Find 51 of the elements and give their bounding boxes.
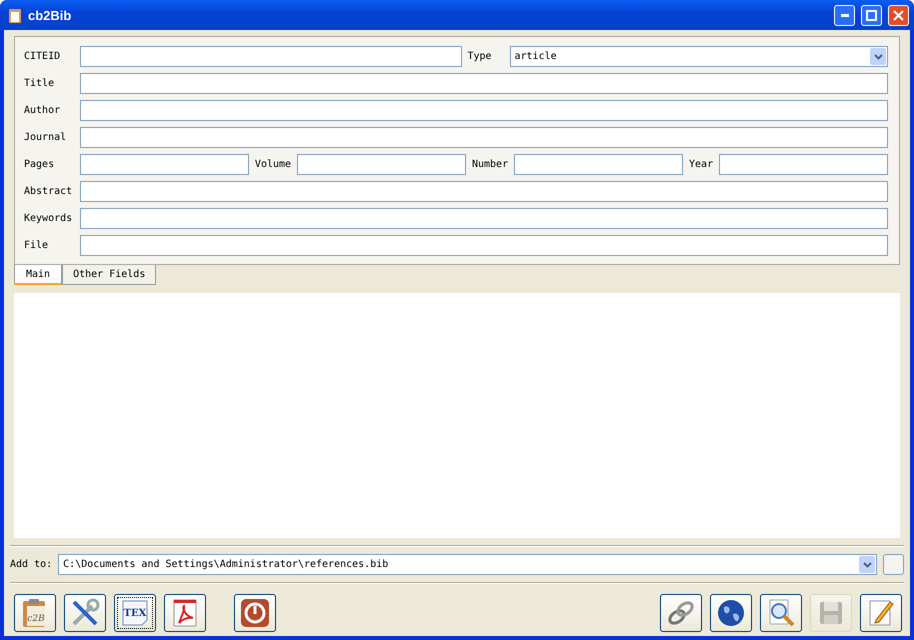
field-label: Number: [472, 159, 508, 170]
field-label: Type: [468, 51, 493, 62]
field-label: CITEID: [24, 51, 62, 62]
tex-document-icon: TEX: [120, 598, 150, 628]
field-label: File: [24, 240, 50, 251]
field-label: Author: [24, 105, 62, 116]
minimize-button[interactable]: [834, 4, 855, 26]
close-icon: [893, 10, 904, 20]
field-label: Journal: [24, 132, 68, 143]
globe-icon: [716, 598, 746, 628]
tab[interactable]: Main: [14, 265, 62, 285]
maximize-button[interactable]: [861, 4, 882, 26]
pdf-icon: [171, 598, 199, 628]
exit-button[interactable]: [234, 594, 276, 632]
text-field[interactable]: [80, 100, 888, 121]
text-field[interactable]: [80, 235, 888, 256]
text-field[interactable]: [514, 154, 684, 175]
field-label: Abstract: [24, 186, 74, 197]
globe-button[interactable]: [710, 594, 752, 632]
edit-button[interactable]: [860, 594, 902, 632]
clipboard-button[interactable]: c2B: [14, 594, 56, 632]
text-field[interactable]: [719, 154, 888, 175]
text-field[interactable]: [80, 154, 249, 175]
tex-button[interactable]: TEX: [114, 594, 156, 632]
field-label: Keywords: [24, 213, 74, 224]
minimize-icon: [840, 14, 848, 16]
maximize-icon: [866, 10, 877, 20]
file-path-dropdown[interactable]: C:\Documents and Settings\Administrator\references.bib: [58, 554, 877, 575]
browse-button[interactable]: [883, 554, 904, 575]
tools-icon: [70, 598, 100, 628]
pdf-button[interactable]: [164, 594, 206, 632]
link-button[interactable]: [660, 594, 702, 632]
field-label: Volume: [254, 159, 292, 170]
power-icon: [240, 598, 270, 628]
field-label: Year: [689, 159, 714, 170]
field-label: Pages: [24, 159, 56, 170]
text-field[interactable]: [80, 208, 888, 229]
tools-button[interactable]: [64, 594, 106, 632]
add-to-label: Add to:: [10, 559, 52, 570]
search-button[interactable]: [760, 594, 802, 632]
field-label: Title: [24, 78, 56, 89]
window-title: cb2Bib: [28, 8, 72, 22]
app-icon: [8, 7, 22, 23]
text-field[interactable]: [80, 181, 888, 202]
text-field[interactable]: [80, 73, 888, 94]
close-button[interactable]: [888, 4, 909, 26]
tab[interactable]: Other Fields: [62, 265, 156, 285]
text-field[interactable]: [80, 46, 462, 67]
text-field[interactable]: [80, 127, 888, 148]
type-dropdown[interactable]: article: [510, 46, 888, 67]
text-field[interactable]: [297, 154, 466, 175]
